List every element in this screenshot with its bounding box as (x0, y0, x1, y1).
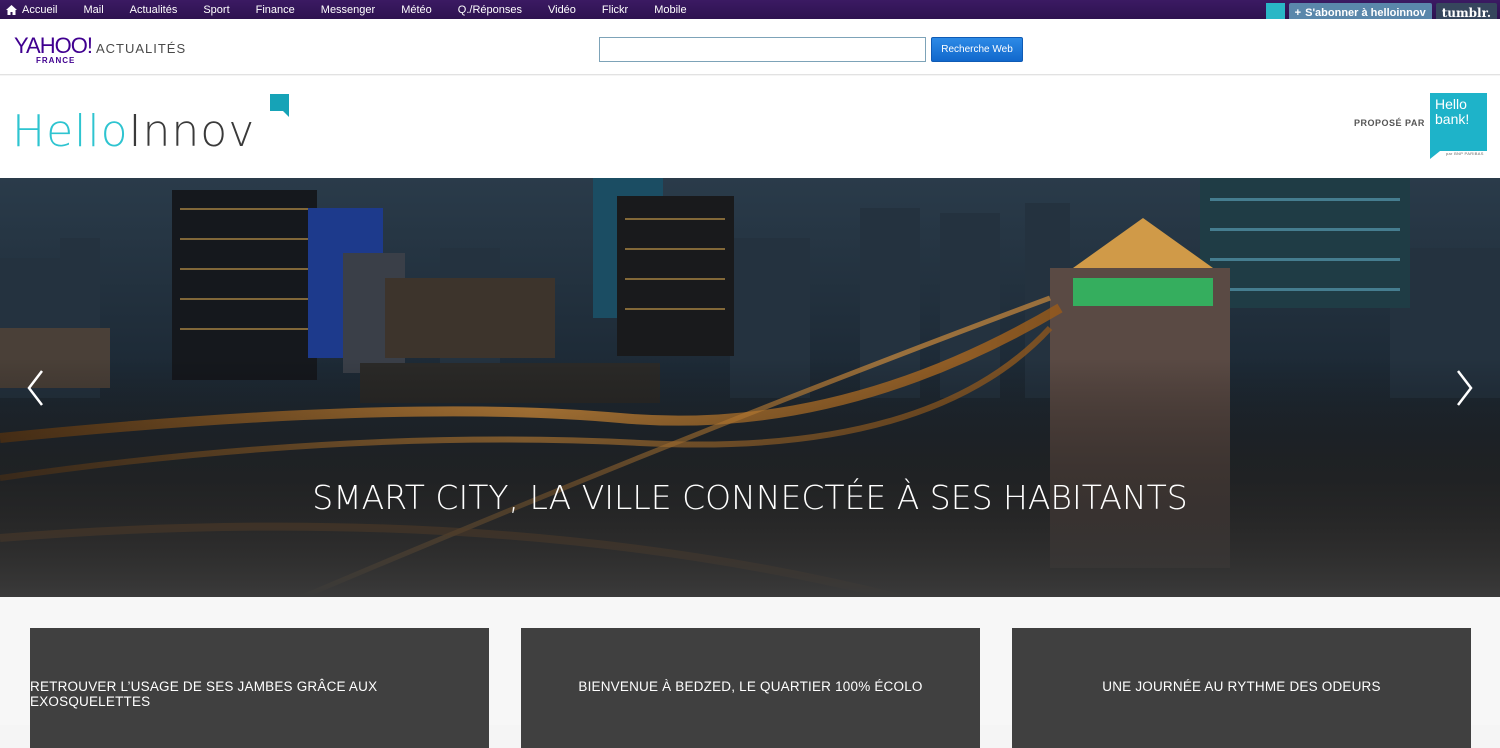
article-card-title: RETROUVER L’USAGE DE SES JAMBES GRÂCE AU… (30, 679, 378, 709)
search-input[interactable] (599, 37, 926, 62)
article-card-title: BIENVENUE À BEDZED, LE QUARTIER 100% ÉCO… (578, 679, 923, 694)
article-card[interactable]: UNE JOURNÉE AU RYTHME DES ODEURS (1012, 628, 1471, 748)
yahoo-section: ACTUALITÉS (95, 41, 187, 56)
yahoo-wordmark: YAHOO! (14, 33, 93, 58)
home-icon (6, 4, 17, 15)
nav-item-meteo[interactable]: Météo (401, 4, 432, 16)
yahoo-country: FRANCE (36, 56, 76, 65)
top-nav-bar: Accueil Mail Actualités Sport Finance Me… (0, 0, 1500, 26)
nav-item-label: Accueil (22, 3, 58, 16)
hellobank-logo[interactable]: Hello bank! (1430, 93, 1487, 159)
brand-bar: HelloInnov PROPOSÉ PAR Hello bank! (0, 76, 1500, 178)
logo-innov: Innov (128, 106, 256, 157)
hero-slider: SMART CITY, LA VILLE CONNECTÉE À SES HAB… (0, 178, 1500, 597)
plus-icon: + (1294, 6, 1302, 19)
article-card[interactable]: RETROUVER L’USAGE DE SES JAMBES GRÂCE AU… (30, 628, 489, 748)
yahoo-logo[interactable]: YAHOO! ACTUALITÉS FRANCE (14, 33, 187, 65)
article-cards: RETROUVER L’USAGE DE SES JAMBES GRÂCE AU… (0, 597, 1500, 748)
nav-item-mobile[interactable]: Mobile (654, 4, 686, 16)
hero-title[interactable]: SMART CITY, LA VILLE CONNECTÉE À SES HAB… (0, 478, 1500, 517)
nav-item-messenger[interactable]: Messenger (321, 4, 375, 16)
next-slide-button[interactable] (1452, 368, 1476, 408)
top-nav: Accueil Mail Actualités Sport Finance Me… (6, 0, 713, 19)
prev-slide-button[interactable] (24, 368, 48, 408)
nav-item-mail[interactable]: Mail (83, 4, 103, 16)
article-card[interactable]: BIENVENUE À BEDZED, LE QUARTIER 100% ÉCO… (521, 628, 980, 748)
helloinnov-logo[interactable]: HelloInnov (12, 106, 255, 157)
search-button[interactable]: Recherche Web (931, 37, 1023, 62)
partner-subtitle: par BNP PARIBAS (1446, 151, 1484, 156)
speech-bubble-icon (270, 94, 289, 117)
proposed-by-label: PROPOSÉ PAR (1354, 118, 1425, 128)
nav-item-actualites[interactable]: Actualités (130, 4, 178, 16)
subscribe-label: S'abonner à helloinnov (1305, 6, 1426, 19)
nav-item-sport[interactable]: Sport (203, 4, 229, 16)
hellobank-line2: bank! (1435, 111, 1470, 127)
nav-item-qreponses[interactable]: Q./Réponses (458, 4, 522, 16)
logo-hello: Hello (12, 106, 129, 157)
hellobank-line1: Hello (1435, 96, 1467, 112)
nav-item-finance[interactable]: Finance (256, 4, 295, 16)
nav-item-flickr[interactable]: Flickr (602, 4, 628, 16)
yahoo-header: YAHOO! ACTUALITÉS FRANCE Recherche Web (0, 19, 1500, 75)
chevron-right-icon (1457, 370, 1473, 406)
chevron-left-icon (27, 370, 43, 406)
article-card-title: UNE JOURNÉE AU RYTHME DES ODEURS (1102, 679, 1381, 694)
hero-image (0, 178, 1500, 597)
nav-item-video[interactable]: Vidéo (548, 4, 576, 16)
nav-item-accueil[interactable]: Accueil (6, 4, 57, 16)
